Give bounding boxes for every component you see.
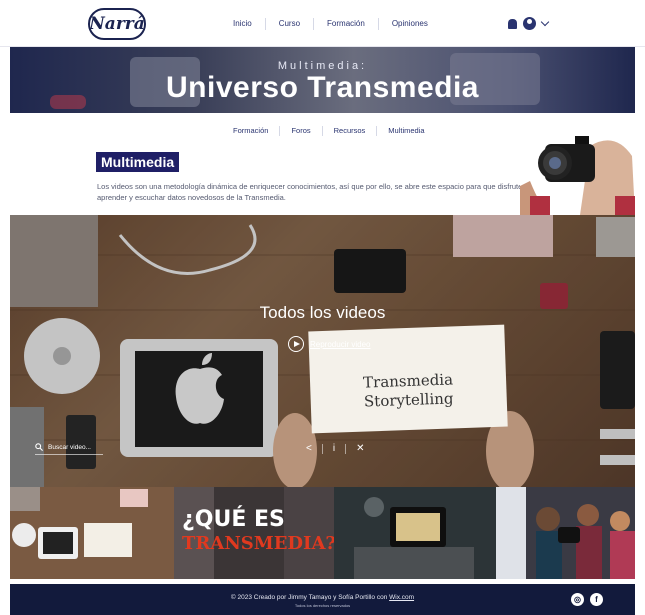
- section-nav: Formación Foros Recursos Multimedia: [222, 126, 436, 136]
- hero-banner: Multimedia: Universo Transmedia: [10, 47, 635, 113]
- control-divider: [345, 443, 347, 454]
- footer-credit: © 2023 Creado por Jimmy Tamayo y Sofía P…: [10, 594, 635, 601]
- bell-icon[interactable]: [508, 18, 517, 29]
- nav-link-formacion[interactable]: Formación: [313, 17, 378, 30]
- nav-link-curso[interactable]: Curso: [264, 17, 313, 30]
- play-label[interactable]: Reproducir video: [310, 340, 370, 349]
- video-thumbnail-2[interactable]: ¿QUÉ ES TRANSMEDIA?: [174, 487, 334, 579]
- chevron-down-icon[interactable]: [540, 17, 550, 27]
- thumbnail-title: ¿QUÉ ES: [182, 507, 285, 532]
- footer-credit-text: © 2023 Creado por Jimmy Tamayo y Sofía P…: [230, 594, 388, 601]
- play-control[interactable]: Reproducir video: [288, 336, 370, 352]
- video-search[interactable]: Buscar video...: [35, 443, 103, 455]
- search-icon: [35, 443, 43, 451]
- info-icon[interactable]: i: [333, 443, 335, 454]
- page: Narrá Inicio Curso Formación Opiniones M…: [0, 0, 645, 615]
- video-thumbnails: ¿QUÉ ES TRANSMEDIA?: [10, 487, 635, 579]
- section-description: Los videos son una metodología dinámica …: [97, 182, 527, 202]
- subnav-multimedia[interactable]: Multimedia: [376, 126, 435, 136]
- nav-link-opiniones[interactable]: Opiniones: [377, 17, 441, 30]
- site-logo[interactable]: Narrá: [88, 8, 146, 40]
- play-icon[interactable]: [288, 336, 304, 352]
- thumbnail-image: [334, 487, 496, 579]
- card-text-line1: Transmedia: [362, 370, 454, 392]
- thumbnail-subtitle: TRANSMEDIA?: [182, 533, 334, 554]
- share-icon[interactable]: <: [306, 443, 312, 454]
- site-footer: © 2023 Creado por Jimmy Tamayo y Sofía P…: [10, 584, 635, 615]
- search-input[interactable]: Buscar video...: [48, 444, 91, 451]
- close-icon[interactable]: ✕: [356, 443, 364, 454]
- card-text-line2: Storytelling: [363, 389, 454, 411]
- header-actions: [508, 17, 550, 30]
- subnav-foros[interactable]: Foros: [279, 126, 321, 136]
- video-title: Todos los videos: [259, 303, 386, 322]
- subnav-recursos[interactable]: Recursos: [321, 126, 377, 136]
- main-nav: Inicio Curso Formación Opiniones: [220, 0, 441, 47]
- video-thumbnail-1[interactable]: [10, 487, 174, 579]
- instagram-icon[interactable]: ◎: [571, 593, 584, 606]
- control-divider: [321, 443, 323, 454]
- thumbnail-image: [496, 487, 635, 579]
- camera-photo: [520, 126, 635, 215]
- social-links: ◎ f: [571, 593, 603, 606]
- user-icon[interactable]: [523, 17, 536, 30]
- nav-link-inicio[interactable]: Inicio: [220, 18, 265, 30]
- subnav-formacion[interactable]: Formación: [222, 126, 279, 136]
- video-thumbnail-3[interactable]: [334, 487, 496, 579]
- section-title: Multimedia: [96, 152, 180, 172]
- thumbnail-image: [10, 487, 174, 579]
- camera-illustration: [520, 126, 635, 215]
- video-player[interactable]: Transmedia Storytelling Todos los videos…: [10, 215, 635, 487]
- site-header: Narrá Inicio Curso Formación Opiniones: [0, 0, 645, 47]
- video-controls: < i ✕: [306, 443, 364, 454]
- footer-rights: Todos los derechos reservados: [294, 603, 351, 608]
- facebook-icon[interactable]: f: [590, 593, 603, 606]
- hero-title: Universo Transmedia: [166, 71, 479, 104]
- wix-link[interactable]: Wix.com: [389, 594, 414, 601]
- video-thumbnail-4[interactable]: [496, 487, 635, 579]
